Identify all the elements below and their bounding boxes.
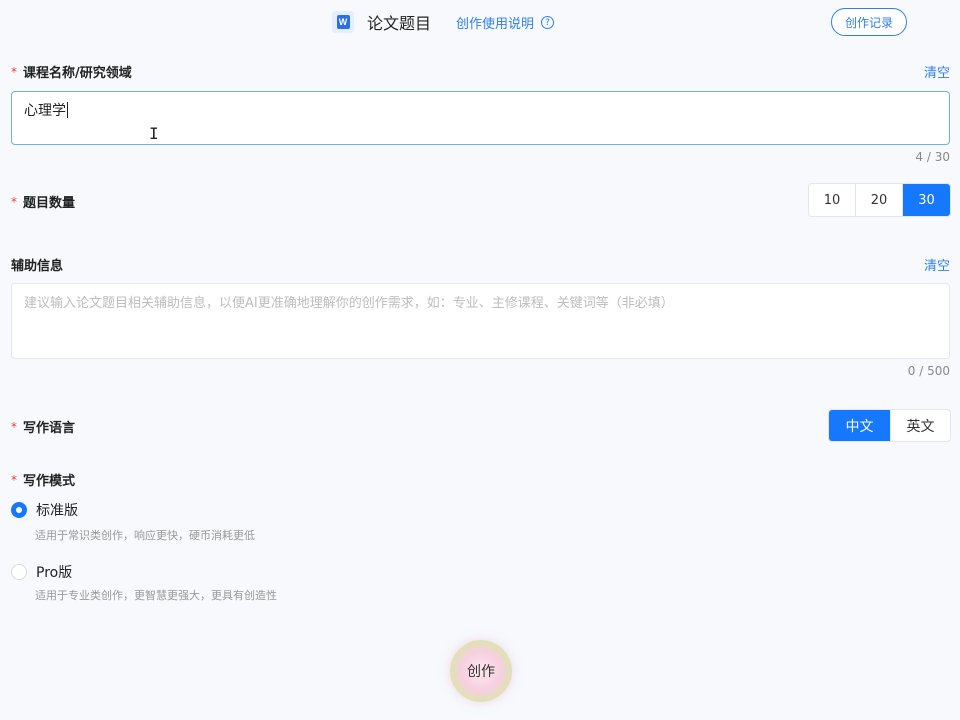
word-icon-letter: W <box>336 15 350 29</box>
language-option-zh[interactable]: 中文 <box>829 410 891 441</box>
required-mark: * <box>11 419 17 434</box>
course-label-row: * 课程名称/研究领域 <box>11 62 132 82</box>
course-clear-button[interactable]: 清空 <box>924 62 950 81</box>
required-mark: * <box>11 472 17 487</box>
mode-label-row: * 写作模式 <box>11 470 76 490</box>
create-button[interactable]: 创作 <box>450 640 512 702</box>
mode-option-pro[interactable]: Pro版 <box>11 562 72 582</box>
course-counter: 4 / 30 <box>915 150 950 164</box>
language-segmented: 中文 英文 <box>828 409 951 442</box>
title-wrap: W 论文题目 <box>332 10 431 34</box>
count-label-row: * 题目数量 <box>11 192 76 212</box>
mode-label: 写作模式 <box>23 474 76 489</box>
required-mark: * <box>11 194 17 209</box>
required-mark: * <box>11 64 17 79</box>
course-label: 课程名称/研究领域 <box>23 66 132 81</box>
text-cursor-icon: I <box>149 124 159 143</box>
count-option-30[interactable]: 30 <box>903 184 950 216</box>
count-segmented: 10 20 30 <box>808 183 951 217</box>
aux-label: 辅助信息 <box>11 259 64 274</box>
aux-counter: 0 / 500 <box>907 364 950 378</box>
history-button[interactable]: 创作记录 <box>831 8 907 36</box>
course-input-value: 心理学 <box>24 103 66 119</box>
aux-placeholder: 建议输入论文题目相关辅助信息，以便AI更准确地理解你的创作需求，如：专业、主修课… <box>24 296 674 311</box>
aux-clear-button[interactable]: 清空 <box>924 255 950 274</box>
aux-input[interactable]: 建议输入论文题目相关辅助信息，以便AI更准确地理解你的创作需求，如：专业、主修课… <box>11 283 950 359</box>
aux-label-row: 辅助信息 <box>11 255 63 274</box>
help-link[interactable]: 创作使用说明 ? <box>456 13 555 32</box>
mode-option-standard[interactable]: 标准版 <box>11 500 78 520</box>
language-option-en[interactable]: 英文 <box>891 410 950 441</box>
mode-option-label: Pro版 <box>36 565 73 581</box>
radio-checked-icon <box>11 502 27 518</box>
question-circle-icon: ? <box>541 16 555 29</box>
help-link-label: 创作使用说明 <box>456 17 535 32</box>
page-title: 论文题目 <box>367 14 432 33</box>
count-option-20[interactable]: 20 <box>856 184 903 216</box>
word-doc-icon: W <box>332 11 354 33</box>
mode-option-desc: 适用于常识类创作，响应更快，硬币消耗更低 <box>35 529 255 542</box>
mode-option-desc: 适用于专业类创作，更智慧更强大，更具有创造性 <box>35 589 277 602</box>
count-label: 题目数量 <box>23 196 76 211</box>
language-label: 写作语言 <box>23 421 76 436</box>
text-caret <box>67 102 68 118</box>
header: W 论文题目 创作使用说明 ? 创作记录 <box>0 0 960 44</box>
radio-unchecked-icon <box>11 564 27 580</box>
language-label-row: * 写作语言 <box>11 417 76 437</box>
mode-option-label: 标准版 <box>36 503 78 519</box>
count-option-10[interactable]: 10 <box>809 184 856 216</box>
page: W 论文题目 创作使用说明 ? 创作记录 * 课程名称/研究领域 清空 心理学 … <box>0 0 960 720</box>
